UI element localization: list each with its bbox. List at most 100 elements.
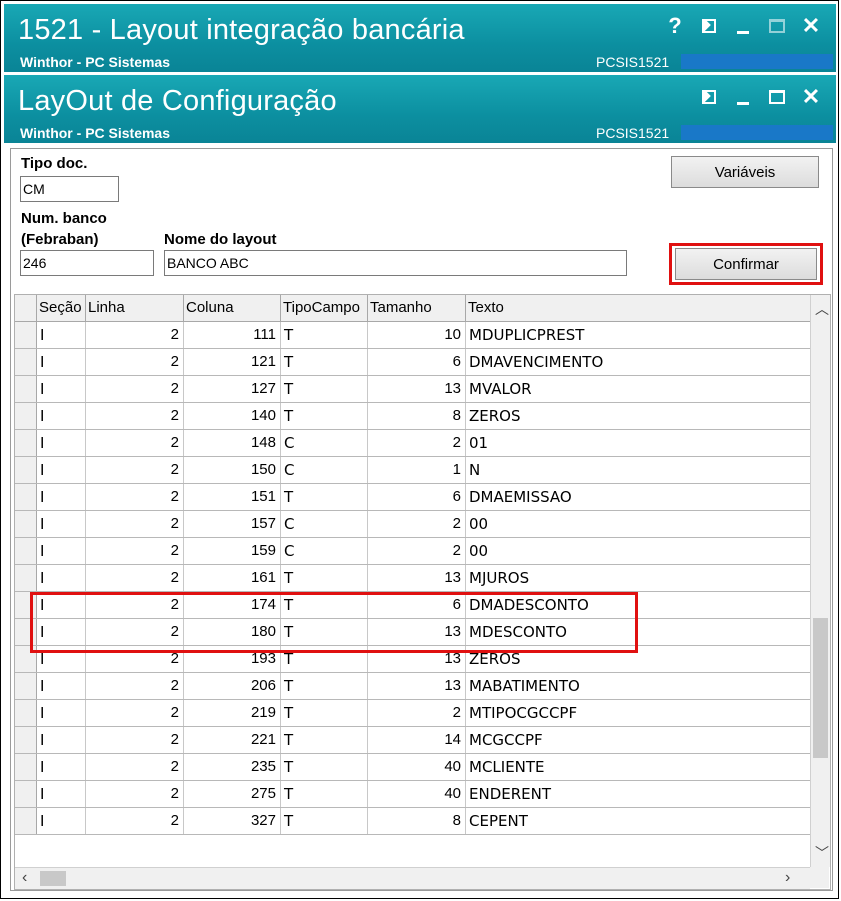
- cell-tamanho[interactable]: 2: [368, 700, 466, 726]
- cell-texto[interactable]: N: [466, 457, 810, 483]
- row-indicator[interactable]: [15, 592, 37, 618]
- cell-linha[interactable]: 2: [86, 646, 184, 672]
- cell-secao[interactable]: I: [37, 808, 86, 834]
- nome-layout-field[interactable]: BANCO ABC: [164, 250, 627, 276]
- cell-tipocampo[interactable]: T: [281, 322, 368, 348]
- cell-coluna[interactable]: 235: [184, 754, 281, 780]
- row-indicator[interactable]: [15, 376, 37, 402]
- inner-window-titlebar[interactable]: LayOut de Configuração Winthor - PC Sist…: [4, 75, 836, 143]
- scroll-left-icon[interactable]: ‹: [22, 869, 27, 887]
- cell-linha[interactable]: 2: [86, 349, 184, 375]
- cell-tamanho[interactable]: 8: [368, 403, 466, 429]
- cell-secao[interactable]: I: [37, 673, 86, 699]
- cell-tamanho[interactable]: 6: [368, 592, 466, 618]
- row-indicator[interactable]: [15, 349, 37, 375]
- cell-secao[interactable]: I: [37, 538, 86, 564]
- column-header-linha[interactable]: Linha: [86, 295, 184, 321]
- cell-linha[interactable]: 2: [86, 322, 184, 348]
- cell-tipocampo[interactable]: T: [281, 673, 368, 699]
- cell-texto[interactable]: ENDERENT: [466, 781, 810, 807]
- cell-tamanho[interactable]: 1: [368, 457, 466, 483]
- scroll-up-icon[interactable]: ︿: [815, 299, 829, 319]
- cell-secao[interactable]: I: [37, 511, 86, 537]
- cell-linha[interactable]: 2: [86, 565, 184, 591]
- cell-texto[interactable]: MCGCCPF: [466, 727, 810, 753]
- cell-tamanho[interactable]: 6: [368, 484, 466, 510]
- cell-texto[interactable]: ZEROS: [466, 646, 810, 672]
- cell-secao[interactable]: I: [37, 403, 86, 429]
- table-row[interactable]: I 2 157 C 2 00: [15, 511, 810, 538]
- cell-linha[interactable]: 2: [86, 673, 184, 699]
- cell-linha[interactable]: 2: [86, 808, 184, 834]
- cell-tipocampo[interactable]: T: [281, 592, 368, 618]
- cell-tamanho[interactable]: 13: [368, 619, 466, 645]
- cell-secao[interactable]: I: [37, 322, 86, 348]
- cell-linha[interactable]: 2: [86, 700, 184, 726]
- cell-secao[interactable]: I: [37, 646, 86, 672]
- cell-coluna[interactable]: 121: [184, 349, 281, 375]
- cell-texto[interactable]: 00: [466, 538, 810, 564]
- scroll-right-icon[interactable]: ›: [785, 869, 790, 887]
- cell-secao[interactable]: I: [37, 484, 86, 510]
- row-indicator[interactable]: [15, 457, 37, 483]
- table-row[interactable]: I 2 150 C 1 N: [15, 457, 810, 484]
- cell-texto[interactable]: MJUROS: [466, 565, 810, 591]
- cell-tamanho[interactable]: 13: [368, 646, 466, 672]
- cell-secao[interactable]: I: [37, 727, 86, 753]
- cell-texto[interactable]: MDESCONTO: [466, 619, 810, 645]
- cell-texto[interactable]: MTIPOCGCCPF: [466, 700, 810, 726]
- cell-linha[interactable]: 2: [86, 592, 184, 618]
- table-row[interactable]: I 2 111 T 10 MDUPLICPREST: [15, 322, 810, 349]
- cell-linha[interactable]: 2: [86, 619, 184, 645]
- cell-linha[interactable]: 2: [86, 457, 184, 483]
- cell-coluna[interactable]: 174: [184, 592, 281, 618]
- layout-grid[interactable]: Seção Linha Coluna TipoCampo Tamanho Tex…: [14, 294, 831, 890]
- cell-tipocampo[interactable]: C: [281, 538, 368, 564]
- cell-linha[interactable]: 2: [86, 727, 184, 753]
- cell-coluna[interactable]: 127: [184, 376, 281, 402]
- column-header-texto[interactable]: Texto: [466, 295, 810, 321]
- cell-texto[interactable]: MDUPLICPREST: [466, 322, 810, 348]
- cell-tipocampo[interactable]: T: [281, 403, 368, 429]
- cell-tamanho[interactable]: 10: [368, 322, 466, 348]
- cell-tipocampo[interactable]: C: [281, 457, 368, 483]
- horizontal-scroll-thumb[interactable]: [40, 871, 66, 886]
- cell-coluna[interactable]: 157: [184, 511, 281, 537]
- cell-linha[interactable]: 2: [86, 430, 184, 456]
- cell-coluna[interactable]: 161: [184, 565, 281, 591]
- cell-coluna[interactable]: 150: [184, 457, 281, 483]
- table-row[interactable]: I 2 174 T 6 DMADESCONTO: [15, 592, 810, 619]
- close-icon[interactable]: ✕: [794, 85, 828, 109]
- table-row[interactable]: I 2 221 T 14 MCGCCPF: [15, 727, 810, 754]
- cell-tamanho[interactable]: 14: [368, 727, 466, 753]
- cell-tipocampo[interactable]: C: [281, 430, 368, 456]
- cell-linha[interactable]: 2: [86, 781, 184, 807]
- vertical-scrollbar[interactable]: ︿ ﹀: [810, 295, 830, 867]
- cell-coluna[interactable]: 148: [184, 430, 281, 456]
- cell-tipocampo[interactable]: T: [281, 349, 368, 375]
- outer-window-titlebar[interactable]: 1521 - Layout integração bancária Wintho…: [4, 4, 836, 72]
- cell-tamanho[interactable]: 13: [368, 376, 466, 402]
- cell-coluna[interactable]: 180: [184, 619, 281, 645]
- cell-texto[interactable]: MABATIMENTO: [466, 673, 810, 699]
- table-row[interactable]: I 2 148 C 2 01: [15, 430, 810, 457]
- cell-coluna[interactable]: 327: [184, 808, 281, 834]
- cell-secao[interactable]: I: [37, 457, 86, 483]
- cell-linha[interactable]: 2: [86, 538, 184, 564]
- cell-secao[interactable]: I: [37, 619, 86, 645]
- cell-tamanho[interactable]: 40: [368, 781, 466, 807]
- cell-linha[interactable]: 2: [86, 754, 184, 780]
- row-indicator[interactable]: [15, 619, 37, 645]
- cell-texto[interactable]: MCLIENTE: [466, 754, 810, 780]
- confirmar-button[interactable]: Confirmar: [675, 248, 817, 280]
- cell-linha[interactable]: 2: [86, 484, 184, 510]
- cell-coluna[interactable]: 159: [184, 538, 281, 564]
- scroll-down-icon[interactable]: ﹀: [815, 843, 829, 863]
- num-banco-field[interactable]: 246: [20, 250, 154, 276]
- row-indicator[interactable]: [15, 646, 37, 672]
- vertical-scroll-thumb[interactable]: [813, 618, 828, 758]
- cell-tipocampo[interactable]: T: [281, 646, 368, 672]
- cell-secao[interactable]: I: [37, 349, 86, 375]
- table-row[interactable]: I 2 161 T 13 MJUROS: [15, 565, 810, 592]
- minimize-icon[interactable]: [726, 85, 760, 109]
